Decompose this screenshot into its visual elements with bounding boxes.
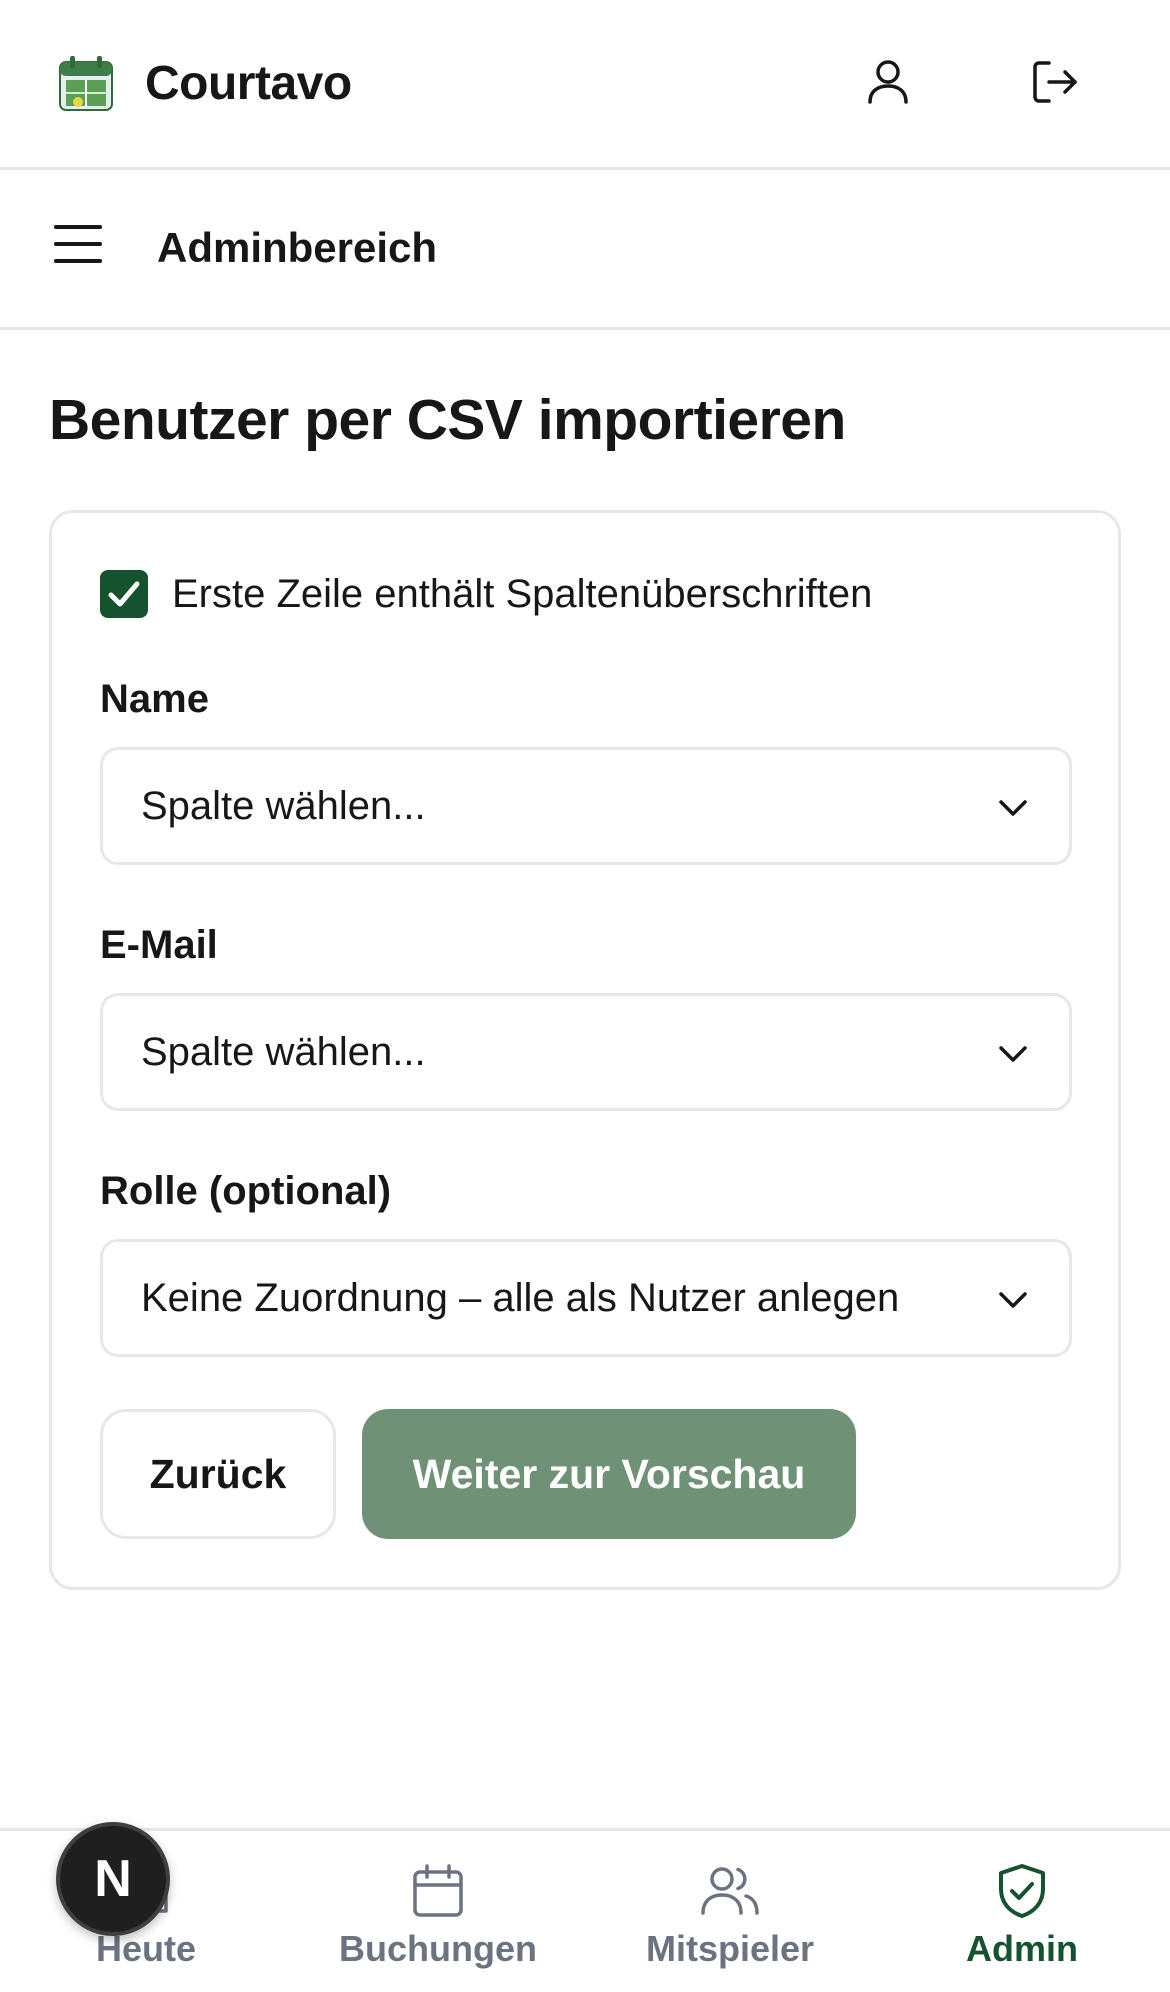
app-title: Courtavo	[145, 57, 352, 110]
nav-label-mitspieler: Mitspieler	[645, 1928, 815, 1969]
admin-subheader: Adminbereich	[0, 170, 1170, 330]
back-button[interactable]: Zurück	[100, 1409, 336, 1539]
users-icon	[700, 1861, 760, 1921]
continue-to-preview-button[interactable]: Weiter zur Vorschau	[362, 1409, 856, 1539]
email-column-select[interactable]: Spalte wählen...	[100, 993, 1072, 1111]
hamburger-menu-icon	[53, 223, 103, 270]
chevron-down-icon	[995, 790, 1031, 826]
role-column-select-value: Keine Zuordnung – alle als Nutzer anlege…	[141, 1275, 900, 1320]
nav-item-mitspieler[interactable]: Mitspieler	[584, 1831, 876, 1992]
calendar-icon	[408, 1861, 468, 1921]
nav-label-buchungen: Buchungen	[339, 1928, 537, 1969]
chevron-down-icon	[995, 1282, 1031, 1318]
calendar-court-logo-icon	[58, 54, 114, 112]
page-title: Benutzer per CSV importieren	[49, 388, 846, 452]
email-column-select-value: Spalte wählen...	[141, 1029, 426, 1074]
csv-import-card: Erste Zeile enthält Spaltenüberschriften…	[49, 510, 1121, 1590]
header-row-checkbox-label: Erste Zeile enthält Spaltenüberschriften	[172, 572, 873, 616]
header-row-checkbox-row[interactable]: Erste Zeile enthält Spaltenüberschriften	[100, 569, 872, 619]
chevron-down-icon	[995, 1036, 1031, 1072]
check-icon	[108, 581, 140, 607]
nav-label-admin: Admin	[966, 1928, 1078, 1969]
dev-tools-badge[interactable]: N	[56, 1822, 170, 1936]
role-field-label: Rolle (optional)	[100, 1169, 392, 1213]
role-column-select[interactable]: Keine Zuordnung – alle als Nutzer anlege…	[100, 1239, 1072, 1357]
name-column-select-value: Spalte wählen...	[141, 783, 426, 828]
bottom-navigation: Heute Buchungen Mitspieler Admin	[0, 1828, 1170, 1992]
name-field-label: Name	[100, 677, 209, 721]
email-field-label: E-Mail	[100, 923, 218, 967]
logout-button[interactable]	[1023, 52, 1087, 116]
name-column-select[interactable]: Spalte wählen...	[100, 747, 1072, 865]
nav-item-buchungen[interactable]: Buchungen	[292, 1831, 584, 1992]
menu-button[interactable]	[48, 216, 108, 276]
profile-button[interactable]	[856, 52, 920, 116]
shield-check-icon	[992, 1861, 1052, 1921]
nav-item-admin[interactable]: Admin	[876, 1831, 1168, 1992]
logout-icon	[1031, 59, 1079, 110]
top-header: Courtavo	[0, 0, 1170, 170]
section-title: Adminbereich	[157, 224, 438, 271]
header-row-checkbox[interactable]	[100, 570, 148, 618]
user-icon	[866, 58, 910, 111]
